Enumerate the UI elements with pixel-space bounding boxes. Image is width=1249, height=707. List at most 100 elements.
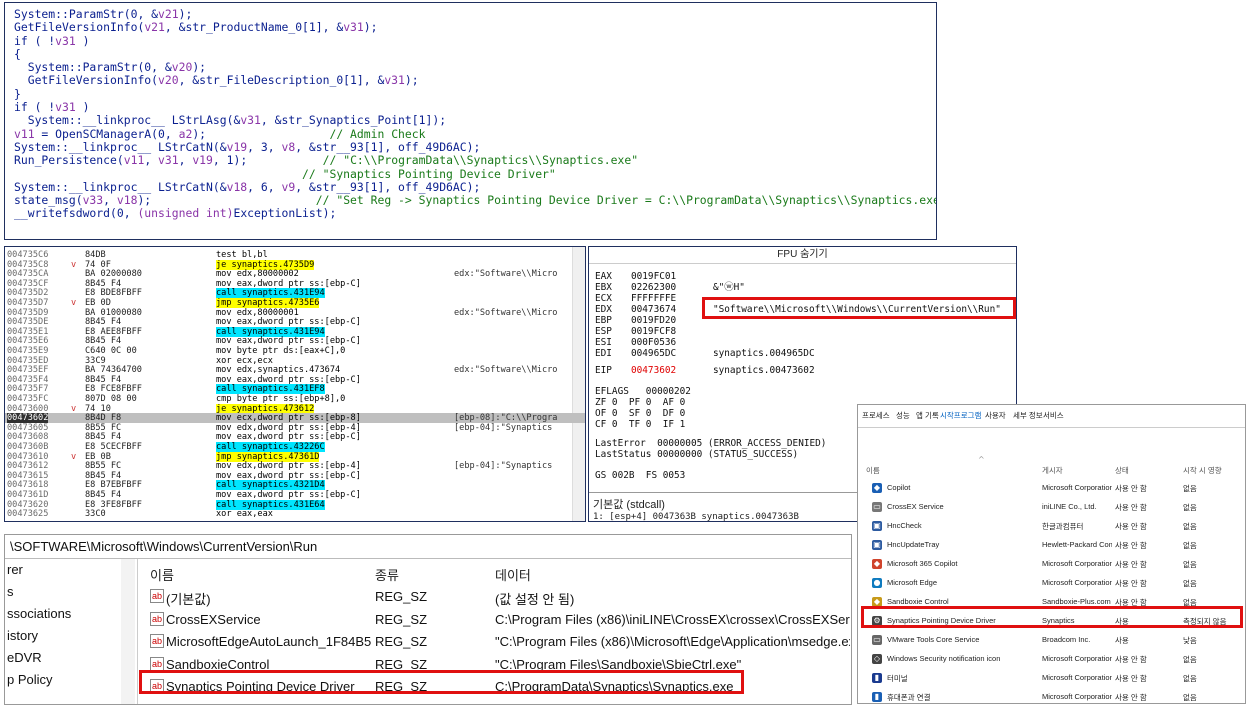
instruction-address[interactable]: 00473618 xyxy=(7,480,48,490)
tree-item[interactable]: s xyxy=(7,584,14,599)
fpu-toggle-button[interactable]: FPU 숨기기 xyxy=(589,247,1016,264)
instruction-address[interactable]: 00473625 xyxy=(7,509,48,519)
instruction-text[interactable]: mov edx,dword ptr ss:[ebp-4] xyxy=(216,423,361,433)
instruction-row[interactable]: 0047361D 8B45 F4 mov eax,dword ptr ss:[ebp… xyxy=(5,490,585,500)
registry-value-row[interactable]: ab (기본값) REG_SZ (값 설정 안 됨) xyxy=(138,586,851,608)
register-value[interactable]: 00473602 xyxy=(631,365,676,376)
instruction-row[interactable]: 004735D9 BA 01000080 mov edx,80000001 edx:"… xyxy=(5,308,585,318)
instruction-address[interactable]: 004735ED xyxy=(7,356,48,366)
register-value[interactable]: 0019FD20 xyxy=(631,315,676,326)
instruction-address[interactable]: 0047360B xyxy=(7,442,48,452)
instruction-address[interactable]: 00473612 xyxy=(7,461,48,471)
startup-row[interactable]: ▮ 휴대폰과 연결 Microsoft Corporation 사용 안 함 없음 xyxy=(858,688,1245,703)
instruction-address[interactable]: 0047361D xyxy=(7,490,48,500)
registry-address-bar[interactable]: \SOFTWARE\Microsoft\Windows\CurrentVersi… xyxy=(5,535,851,559)
tab-6[interactable]: 세부 정보 xyxy=(1013,410,1043,421)
register-value[interactable]: 000F0536 xyxy=(631,337,676,348)
instruction-address[interactable]: 004735D2 xyxy=(7,288,48,298)
registry-value-row[interactable]: ab Synaptics Pointing Device Driver REG_SZ… xyxy=(138,676,851,698)
instruction-text[interactable]: mov eax,dword ptr ss:[ebp-C] xyxy=(216,317,361,327)
instruction-address[interactable]: 004735C6 xyxy=(7,250,48,260)
instruction-address[interactable]: 00473615 xyxy=(7,471,48,481)
instruction-text[interactable]: mov edx,dword ptr ss:[ebp-4] xyxy=(216,461,361,471)
instruction-address[interactable]: 00473610 xyxy=(7,452,48,462)
instruction-address[interactable]: 004735EF xyxy=(7,365,48,375)
instruction-row[interactable]: 004735E1 E8 AEE8FBFF call synaptics.431E94 xyxy=(5,326,585,337)
instruction-text[interactable]: call synaptics.431E94 xyxy=(216,288,325,299)
instruction-address[interactable]: 00473608 xyxy=(7,432,48,442)
instruction-row[interactable]: 00473605 8B55 FC mov edx,dword ptr ss:[ebp… xyxy=(5,423,585,433)
instruction-address[interactable]: 00473605 xyxy=(7,423,48,433)
column-header[interactable]: 시작 시 영향 xyxy=(1183,465,1222,476)
instruction-text[interactable]: call synaptics.431E94 xyxy=(216,326,325,337)
startup-row[interactable]: ▭ VMware Tools Core Service Broadcom Inc. 사… xyxy=(858,631,1245,650)
instruction-text[interactable]: xor eax,eax xyxy=(216,509,273,519)
instruction-row[interactable]: 00473608 8B45 F4 mov eax,dword ptr ss:[ebp… xyxy=(5,432,585,442)
instruction-text[interactable]: mov eax,dword ptr ss:[ebp-C] xyxy=(216,375,361,385)
registry-value-row[interactable]: ab SandboxieControl REG_SZ "C:\Program File… xyxy=(138,654,851,676)
instruction-address[interactable]: 004735F4 xyxy=(7,375,48,385)
tab-2[interactable]: 성능 xyxy=(896,410,910,421)
instruction-row[interactable]: 00473612 8B55 FC mov edx,dword ptr ss:[ebp… xyxy=(5,461,585,471)
startup-row[interactable]: ◆ Sandboxie Control Sandboxie-Plus.com 사용 안… xyxy=(858,593,1245,612)
instruction-row[interactable]: 004735C8 v 74 0F je synaptics.4735D9 xyxy=(5,259,585,270)
column-header[interactable]: 종류 xyxy=(375,565,399,584)
instruction-row[interactable]: 004735FC 807D 08 00 cmp byte ptr ss:[ebp+8… xyxy=(5,394,585,404)
tree-item[interactable]: p Policy xyxy=(7,672,53,687)
tree-scrollbar[interactable] xyxy=(121,559,135,704)
instruction-row[interactable]: 004735F4 8B45 F4 mov eax,dword ptr ss:[ebp… xyxy=(5,375,585,385)
instruction-text[interactable]: mov eax,dword ptr ss:[ebp-C] xyxy=(216,279,361,289)
instruction-row[interactable]: 00473618 E8 B7EBFBFF call synaptics.4321D4 xyxy=(5,480,585,491)
column-header[interactable]: 상태 xyxy=(1115,465,1129,476)
column-header[interactable]: 데이터 xyxy=(495,565,531,584)
instruction-row[interactable]: 004735D2 E8 BDE8FBFF call synaptics.431E94 xyxy=(5,288,585,299)
registry-value-row[interactable]: ab MicrosoftEdgeAutoLaunch_1F84B5... REG_S… xyxy=(138,631,851,653)
startup-row[interactable]: ◇ Windows Security notification icon Micro… xyxy=(858,650,1245,669)
instruction-address[interactable]: 004735D7 xyxy=(7,298,48,308)
instruction-row[interactable]: 004735EF BA 74364700 mov edx,synaptics.473… xyxy=(5,365,585,375)
instruction-row[interactable]: 004735CF 8B45 F4 mov eax,dword ptr ss:[ebp… xyxy=(5,279,585,289)
column-header[interactable]: 이름 xyxy=(150,565,174,584)
register-value[interactable]: 004965DC xyxy=(631,348,676,359)
instruction-row[interactable]: 004735E6 8B45 F4 mov eax,dword ptr ss:[ebp… xyxy=(5,336,585,346)
instruction-row[interactable]: 0047360B E8 5CECFBFF call synaptics.43226C xyxy=(5,442,585,452)
startup-row[interactable]: ▣ HncCheck 한글과컴퓨터 사용 안 함 없음 xyxy=(858,517,1245,536)
instruction-address[interactable]: 004735E9 xyxy=(7,346,48,356)
tree-item[interactable]: rer xyxy=(7,562,23,577)
startup-row[interactable]: ▮ 터미널 Microsoft Corporation 사용 안 함 없음 xyxy=(858,669,1245,688)
instruction-row[interactable]: 004735ED 33C9 xor ecx,ecx xyxy=(5,356,585,366)
instruction-row[interactable]: 00473620 E8 3FE8FBFF call synaptics.431E64 xyxy=(5,499,585,510)
instruction-text[interactable]: jmp synaptics.4735E6 xyxy=(216,298,320,308)
instruction-text[interactable]: call synaptics.4321D4 xyxy=(216,480,325,491)
column-header[interactable]: 이름 xyxy=(866,465,880,476)
selected-instruction-row[interactable]: 00473602 8B4D F8 mov ecx,dword ptr ss:[ebp… xyxy=(5,413,585,424)
instruction-text[interactable]: jmp synaptics.47361D xyxy=(216,451,320,462)
instruction-text[interactable]: mov edx,80000002 xyxy=(216,269,299,279)
instruction-text[interactable]: mov edx,80000001 xyxy=(216,308,299,318)
instruction-row[interactable]: 004735C6 84DB test bl,bl xyxy=(5,250,585,260)
debugger-disassembly-view[interactable]: 004735C6 84DB test bl,bl 004735C8 v 74 0F je s… xyxy=(4,246,586,522)
instruction-address[interactable]: 004735DE xyxy=(7,317,48,327)
startup-row[interactable]: ⚙ Synaptics Pointing Device Driver Synapti… xyxy=(858,612,1245,631)
register-value[interactable]: FFFFFFFE xyxy=(631,293,676,304)
tab-3[interactable]: 앱 기록 xyxy=(916,410,939,421)
tree-item[interactable]: ssociations xyxy=(7,606,71,621)
instruction-text[interactable]: mov ecx,dword ptr ss:[ebp-8] xyxy=(216,413,361,423)
instruction-address[interactable]: 004735CF xyxy=(7,279,48,289)
instruction-text[interactable]: call synaptics.431EF8 xyxy=(216,384,325,395)
instruction-address[interactable]: 004735C8 xyxy=(7,260,48,270)
startup-row[interactable]: ▭ CrossEX Service iniLINE Co., Ltd. 사용 안 함 없… xyxy=(858,498,1245,517)
instruction-text[interactable]: test bl,bl xyxy=(216,250,268,260)
tab-7[interactable]: 서비스 xyxy=(1043,410,1064,421)
tab-5[interactable]: 사용자 xyxy=(985,410,1006,421)
register-value[interactable]: 00473674 xyxy=(631,304,676,315)
instruction-text[interactable]: mov eax,dword ptr ss:[ebp-C] xyxy=(216,336,361,346)
register-value[interactable]: 02262300 xyxy=(631,282,676,293)
instruction-row[interactable]: 004735E9 C640 0C 00 mov byte ptr ds:[eax+C… xyxy=(5,346,585,356)
instruction-row[interactable]: 00473610 v EB 0B jmp synaptics.47361D xyxy=(5,451,585,462)
tab-4[interactable]: 시작프로그램 xyxy=(940,410,981,421)
instruction-text[interactable]: mov byte ptr ds:[eax+C],0 xyxy=(216,346,345,356)
instruction-address[interactable]: 00473602 xyxy=(7,413,49,424)
instruction-address[interactable]: 00473600 xyxy=(7,404,48,414)
register-value[interactable]: 0019FCF8 xyxy=(631,326,676,337)
